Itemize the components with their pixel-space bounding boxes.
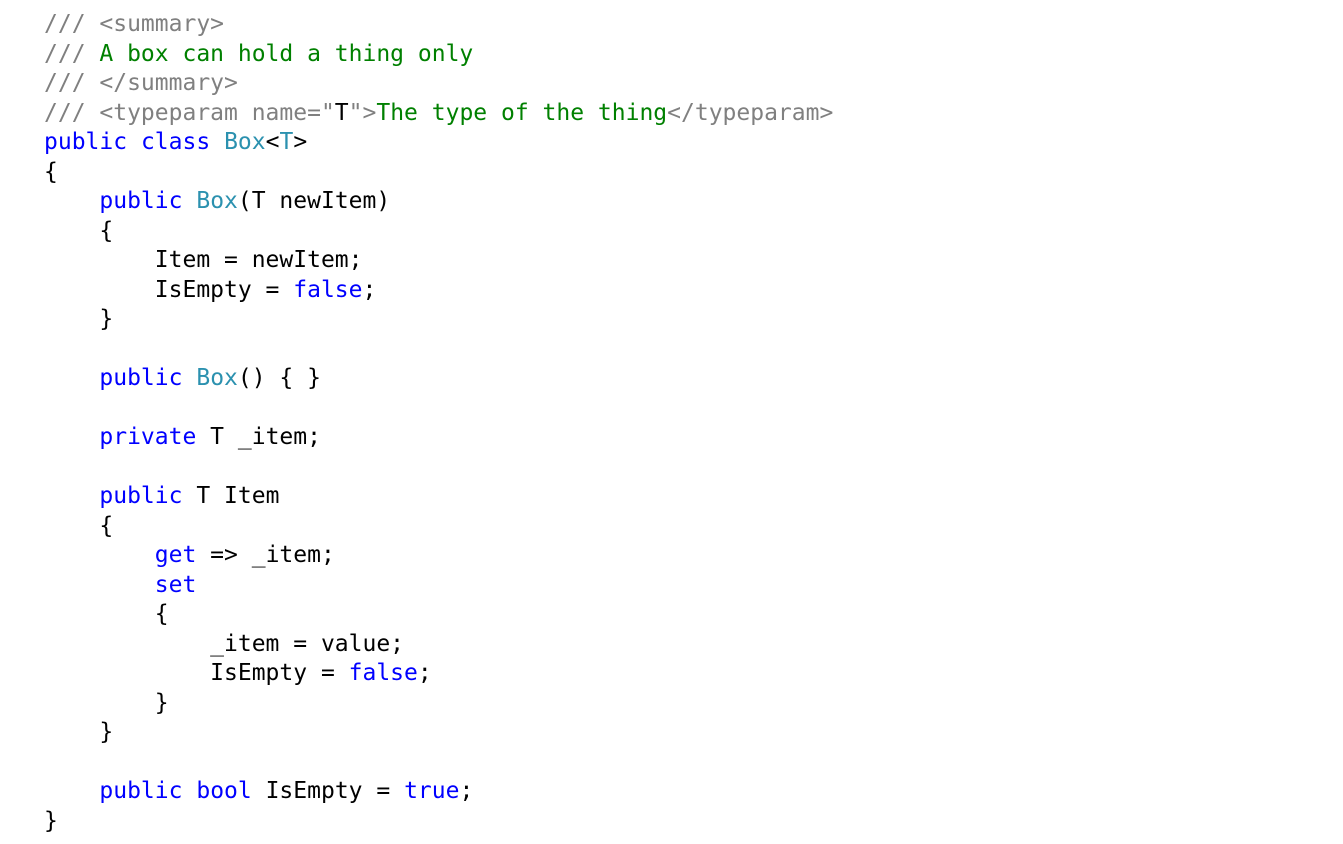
code-token-keyword: public: [44, 129, 128, 155]
code-token-plain: ;: [459, 778, 474, 804]
code-token-plain: T _item;: [196, 424, 321, 450]
code-token-keyword: true: [404, 778, 460, 804]
code-line: {: [44, 217, 833, 247]
code-line: }: [44, 718, 833, 748]
code-line: }: [44, 305, 833, 335]
code-line: }: [44, 807, 833, 837]
code-token-plain: => _item;: [196, 542, 335, 568]
code-token-xmltag: </typeparam>: [667, 99, 834, 126]
code-line: private T _item;: [44, 423, 833, 453]
code-token-xmltag: <summary>: [99, 11, 225, 37]
code-line: /// <summary>: [44, 10, 833, 40]
code-line: Item = newItem;: [44, 246, 833, 276]
code-token-plain: Item = newItem;: [44, 247, 363, 273]
code-token-plain: IsEmpty =: [251, 778, 405, 804]
code-token-xmltag: <typeparam name=": [99, 99, 335, 126]
code-token-xmltag: ">: [348, 99, 377, 126]
code-line: IsEmpty = false;: [44, 276, 833, 306]
code-token-type: T: [279, 129, 294, 155]
code-line: IsEmpty = false;: [44, 659, 833, 689]
code-token-comment: ///: [44, 99, 100, 126]
code-token-plain: }: [44, 807, 58, 834]
code-token-doctext: The type of the thing: [376, 99, 668, 126]
code-line: public Box() { }: [44, 364, 833, 394]
code-token-plain: T Item: [182, 483, 280, 509]
code-line: {: [44, 158, 833, 188]
code-line: }: [44, 689, 833, 719]
code-line: public bool IsEmpty = true;: [44, 777, 833, 807]
code-token-keyword: public: [99, 188, 183, 214]
code-line: public Box(T newItem): [44, 187, 833, 217]
code-token-type: Box: [224, 129, 266, 155]
code-token-comment: ///: [44, 40, 100, 67]
code-token-plain: {: [44, 217, 114, 244]
code-token-plain: }: [44, 689, 169, 716]
code-token-plain: <: [265, 129, 280, 155]
code-token-plain: IsEmpty =: [44, 276, 294, 303]
code-editor[interactable]: /// <summary>/// A box can hold a thing …: [44, 10, 833, 836]
code-line: public class Box<T>: [44, 128, 833, 158]
code-token-type: Box: [196, 188, 238, 214]
code-token-plain: >: [293, 129, 308, 155]
code-token-xmltag: </summary>: [99, 70, 238, 96]
code-token-plain: {: [44, 601, 169, 627]
code-token-keyword: class: [140, 129, 211, 155]
code-token-plain: _item = value;: [44, 630, 405, 657]
code-token-comment: ///: [44, 70, 100, 96]
code-token-keyword: get: [154, 542, 197, 568]
code-token-plain: {: [44, 158, 58, 185]
code-line: {: [44, 512, 833, 542]
code-token-comment: ///: [44, 11, 100, 37]
code-token-plain: {: [44, 512, 114, 539]
code-line: get => _item;: [44, 541, 833, 571]
code-token-keyword: bool: [196, 778, 252, 804]
code-token-plain: (T newItem): [237, 188, 391, 214]
code-token-plain: }: [44, 719, 114, 745]
code-token-plain: ;: [362, 276, 377, 303]
code-token-keyword: set: [154, 571, 197, 598]
code-token-doctext: A box can hold a thing only: [99, 40, 474, 67]
code-line: set: [44, 571, 833, 601]
code-token-plain: () { }: [237, 365, 321, 391]
code-line: /// <typeparam name="T">The type of the …: [44, 99, 833, 129]
code-token-type: Box: [196, 365, 238, 391]
code-line: _item = value;: [44, 630, 833, 660]
code-token-keyword: false: [293, 276, 363, 303]
code-token-plain: IsEmpty =: [44, 660, 349, 686]
code-token-keyword: public: [99, 483, 183, 509]
code-line: {: [44, 600, 833, 630]
code-token-keyword: false: [348, 660, 418, 686]
code-token-plain: ;: [417, 660, 432, 686]
code-token-plain: }: [44, 306, 114, 332]
code-token-plain: T: [334, 99, 349, 126]
code-token-keyword: private: [99, 424, 197, 450]
code-token-keyword: public: [99, 778, 183, 804]
code-line: /// </summary>: [44, 69, 833, 99]
code-token-keyword: public: [99, 365, 183, 391]
code-line: /// A box can hold a thing only: [44, 40, 833, 70]
code-line: public T Item: [44, 482, 833, 512]
